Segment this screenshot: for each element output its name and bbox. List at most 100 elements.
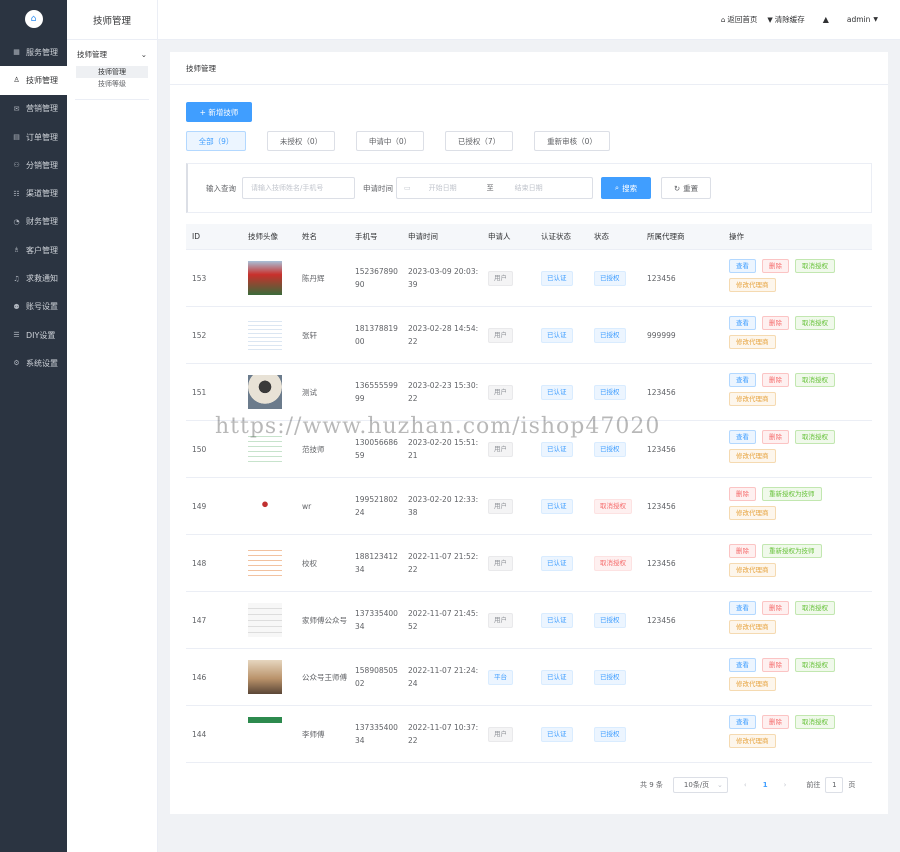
- delete-button[interactable]: 删除: [762, 430, 789, 444]
- view-button[interactable]: 查看: [729, 373, 756, 387]
- cell-status: 已授权: [588, 441, 641, 457]
- delete-button[interactable]: 删除: [762, 601, 789, 615]
- cell-id: 152: [192, 330, 207, 340]
- nav-item[interactable]: ⚙ 系统设置: [0, 349, 67, 377]
- cell-actions: 删除 重新授权为技师修改代理商: [723, 544, 872, 582]
- goto-input[interactable]: 1: [825, 777, 844, 793]
- search-button-label: 搜索: [622, 183, 638, 193]
- tab-unauthorized[interactable]: 未授权（0）: [267, 131, 335, 151]
- change-agent-button[interactable]: 修改代理商: [729, 335, 776, 349]
- status-badge: 已授权: [594, 327, 626, 343]
- nav-item[interactable]: ◔ 财务管理: [0, 208, 67, 236]
- tab-all[interactable]: 全部（9）: [186, 131, 246, 151]
- revoke-button[interactable]: 取消授权: [795, 259, 835, 273]
- delete-button[interactable]: 删除: [762, 259, 789, 273]
- gift-icon: ✉: [13, 104, 20, 113]
- revoke-button[interactable]: 取消授权: [795, 430, 835, 444]
- revoke-button[interactable]: 取消授权: [795, 373, 835, 387]
- search-input[interactable]: 请输入技师姓名/手机号: [242, 177, 355, 199]
- nav-item[interactable]: ♙ 技师管理: [0, 66, 67, 95]
- change-agent-button[interactable]: 修改代理商: [729, 677, 776, 691]
- prev-page-icon[interactable]: ‹: [744, 781, 747, 789]
- delete-button[interactable]: 删除: [762, 373, 789, 387]
- nav-item[interactable]: ▤ 订单管理: [0, 123, 67, 151]
- change-agent-button[interactable]: 修改代理商: [729, 620, 776, 634]
- tab-applying[interactable]: 申请中（0）: [356, 131, 424, 151]
- nav-item[interactable]: ☰ DIY设置: [0, 321, 67, 349]
- nav-item[interactable]: ☷ 渠道管理: [0, 179, 67, 207]
- delete-button[interactable]: 删除: [762, 658, 789, 672]
- revoke-button[interactable]: 取消授权: [795, 715, 835, 729]
- cell-time: 2023-02-20 15:51:21: [408, 438, 479, 460]
- gear-icon: ⚙: [13, 359, 20, 368]
- action-group: 查看 删除 取消授权修改代理商: [729, 259, 872, 297]
- cell-id: 144: [192, 729, 207, 739]
- date-range-picker[interactable]: ▭ 开始日期 至 结束日期: [396, 177, 593, 199]
- cert-tag: 已认证: [541, 327, 573, 343]
- view-button[interactable]: 查看: [729, 601, 756, 615]
- reauthorize-button[interactable]: 重新授权为技师: [762, 544, 822, 558]
- home-link[interactable]: ⌂ 返回首页: [721, 14, 757, 25]
- clear-cache-link[interactable]: ▼ 清除缓存: [767, 14, 804, 25]
- reset-button[interactable]: ↻ 重置: [661, 177, 711, 199]
- revoke-button[interactable]: 取消授权: [795, 658, 835, 672]
- tab-authorized[interactable]: 已授权（7）: [445, 131, 513, 151]
- view-button[interactable]: 查看: [729, 715, 756, 729]
- add-technician-button[interactable]: + 新增技师: [186, 102, 252, 122]
- cell-applicant: 平台: [482, 669, 535, 685]
- page-number[interactable]: 1: [763, 781, 768, 789]
- channel-icon: ☷: [13, 189, 20, 198]
- avatar: [248, 375, 282, 409]
- subnav-group[interactable]: 技师管理 ⌄: [67, 40, 157, 66]
- range-separator: 至: [486, 184, 494, 192]
- action-group: 查看 删除 取消授权修改代理商: [729, 316, 872, 354]
- page-size-select[interactable]: 10条/页 ⌄: [672, 777, 728, 793]
- nav-item[interactable]: ⚉ 账号设置: [0, 293, 67, 321]
- change-agent-button[interactable]: 修改代理商: [729, 278, 776, 292]
- cell-actions: 查看 删除 取消授权修改代理商: [723, 430, 872, 468]
- nav-item[interactable]: ⚇ 分销管理: [0, 151, 67, 179]
- change-agent-button[interactable]: 修改代理商: [729, 392, 776, 406]
- change-agent-button[interactable]: 修改代理商: [729, 506, 776, 520]
- delete-button[interactable]: 删除: [729, 487, 756, 501]
- subnav-item-technician[interactable]: 技师管理: [76, 66, 148, 78]
- bell-icon[interactable]: ▲: [823, 15, 829, 24]
- col-avatar: 技师头像: [248, 232, 278, 241]
- change-agent-button[interactable]: 修改代理商: [729, 563, 776, 577]
- cell-cert: 已认证: [535, 498, 588, 514]
- nav-item[interactable]: ✉ 营销管理: [0, 95, 67, 123]
- subnav-item-level[interactable]: 技师等级: [76, 78, 148, 90]
- refresh-icon: ↻: [673, 183, 681, 193]
- col-status: 状态: [594, 232, 609, 241]
- revoke-button[interactable]: 取消授权: [795, 601, 835, 615]
- tab-reaudit[interactable]: 重新审核（0）: [534, 131, 610, 151]
- view-button[interactable]: 查看: [729, 430, 756, 444]
- cell-name: 家师傅公众号: [302, 615, 347, 625]
- view-button[interactable]: 查看: [729, 259, 756, 273]
- reauthorize-button[interactable]: 重新授权为技师: [762, 487, 822, 501]
- change-agent-button[interactable]: 修改代理商: [729, 449, 776, 463]
- change-agent-button[interactable]: 修改代理商: [729, 734, 776, 748]
- nav-item[interactable]: ♫ 求救通知: [0, 264, 67, 292]
- view-button[interactable]: 查看: [729, 658, 756, 672]
- cell-agent: 123456: [647, 273, 676, 283]
- caret-down-icon: ▼: [873, 16, 878, 23]
- view-button[interactable]: 查看: [729, 316, 756, 330]
- revoke-button[interactable]: 取消授权: [795, 316, 835, 330]
- cell-name: 张轩: [302, 330, 317, 340]
- search-button[interactable]: ⌕ 搜索: [601, 177, 651, 199]
- cert-tag: 已认证: [541, 384, 573, 400]
- user-menu[interactable]: admin ▼: [847, 15, 878, 24]
- cell-cert: 已认证: [535, 612, 588, 628]
- logo[interactable]: ⌂: [0, 0, 67, 38]
- cell-actions: 查看 删除 取消授权修改代理商: [723, 715, 872, 753]
- delete-button[interactable]: 删除: [762, 715, 789, 729]
- delete-button[interactable]: 删除: [762, 316, 789, 330]
- delete-button[interactable]: 删除: [729, 544, 756, 558]
- table-row: 146 公众号王师傅 158908505 02 2022-11-07 21:24:24…: [186, 649, 872, 706]
- nav-item[interactable]: ♗ 客户管理: [0, 236, 67, 264]
- next-page-icon[interactable]: ›: [784, 781, 787, 789]
- nav-item[interactable]: ▦ 服务管理: [0, 38, 67, 66]
- avatar: [248, 318, 282, 352]
- cell-avatar: [242, 432, 296, 466]
